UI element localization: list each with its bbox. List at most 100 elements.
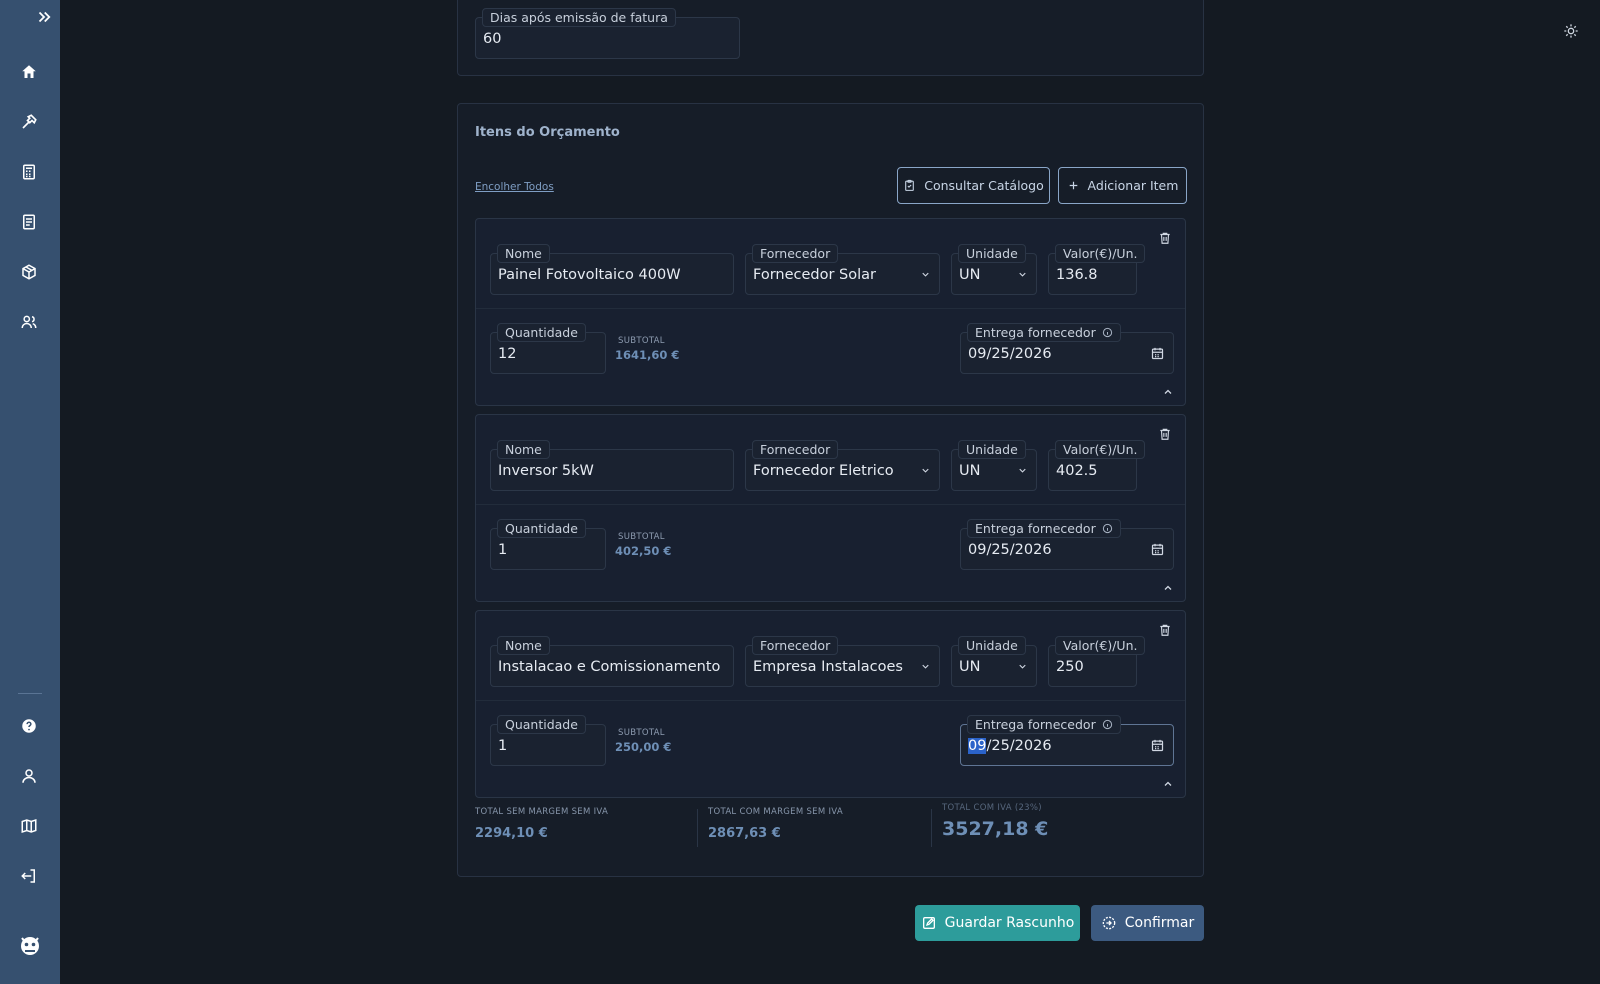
subtotal-label: SUBTOTAL: [618, 532, 665, 542]
section-title: Itens do Orçamento: [475, 125, 620, 140]
supplier-label: Fornecedor: [752, 244, 839, 263]
supplier-value: Fornecedor Solar: [753, 267, 877, 283]
total-label: TOTAL SEM MARGEM SEM IVA: [475, 807, 609, 817]
item-name-field[interactable]: Nome Painel Fotovoltaico 400W: [490, 244, 734, 295]
total-label: TOTAL COM IVA (23%): [942, 803, 1042, 813]
total-label: TOTAL COM MARGEM SEM IVA: [708, 807, 843, 817]
supplier-select[interactable]: Fornecedor Fornecedor Eletrico: [745, 440, 940, 491]
quantity-field[interactable]: Quantidade 1: [490, 519, 606, 570]
calendar-icon[interactable]: [1150, 346, 1165, 361]
subtotal-value: 402,50 €: [615, 544, 672, 558]
subtotal-value: 250,00 €: [615, 740, 672, 754]
save-draft-button[interactable]: Guardar Rascunho: [915, 905, 1080, 941]
theme-toggle-sun-icon[interactable]: [1558, 18, 1584, 44]
add-item-label: Adicionar Item: [1087, 178, 1179, 193]
trash-icon[interactable]: [1158, 623, 1172, 637]
unit-label: Unidade: [958, 244, 1026, 263]
chevron-down-icon: [922, 468, 929, 473]
unit-price-label: Valor(€)/Un.: [1055, 440, 1146, 459]
package-icon[interactable]: [15, 258, 43, 286]
calendar-icon[interactable]: [1150, 738, 1165, 753]
invoice-days-label: Dias após emissão de fatura: [482, 8, 676, 27]
help-icon[interactable]: [15, 712, 43, 740]
quantity-field[interactable]: Quantidade 12: [490, 323, 606, 374]
unit-price-label: Valor(€)/Un.: [1055, 636, 1146, 655]
calendar-icon[interactable]: [1150, 542, 1165, 557]
quantity-label: Quantidade: [497, 323, 586, 342]
calculator-icon[interactable]: [15, 158, 43, 186]
supplier-label: Fornecedor: [752, 440, 839, 459]
trash-icon[interactable]: [1158, 427, 1172, 441]
confirm-icon: [1102, 916, 1116, 930]
invoice-days-field[interactable]: Dias após emissão de fatura 60: [475, 8, 740, 59]
quantity-value: 1: [498, 542, 508, 558]
unit-select[interactable]: Unidade UN: [951, 244, 1037, 295]
quantity-value: 12: [498, 346, 517, 362]
unit-select[interactable]: Unidade UN: [951, 636, 1037, 687]
supplier-label: Fornecedor: [752, 636, 839, 655]
subtotal-value: 1641,60 €: [615, 348, 680, 362]
hammer-icon[interactable]: [15, 108, 43, 136]
unit-label: Unidade: [958, 440, 1026, 459]
info-icon: [1102, 327, 1112, 338]
user-icon[interactable]: [15, 762, 43, 790]
delivery-date-field[interactable]: Entrega fornecedor 09/25/2026: [960, 519, 1174, 570]
budget-item-1: Nome Painel Fotovoltaico 400W Fornecedor…: [475, 218, 1186, 406]
chevron-up-icon[interactable]: [1162, 778, 1174, 790]
total-margin-no-vat: TOTAL COM MARGEM SEM IVA 2867,63 €: [708, 807, 843, 841]
trash-icon[interactable]: [1158, 231, 1172, 245]
unit-value: UN: [959, 659, 981, 675]
total-value: 2867,63 €: [708, 826, 781, 841]
chevron-up-icon[interactable]: [1162, 582, 1174, 594]
total-with-vat: TOTAL COM IVA (23%) 3527,18 €: [942, 803, 1048, 840]
expand-sidebar-icon[interactable]: [30, 3, 58, 31]
consult-catalog-button[interactable]: Consultar Catálogo: [897, 167, 1050, 204]
collapse-all-link[interactable]: Encolher Todos: [475, 181, 554, 193]
subtotal: SUBTOTAL 250,00 €: [615, 728, 671, 754]
item-divider: [476, 504, 1185, 505]
unit-price-field[interactable]: Valor(€)/Un. 402.5: [1048, 440, 1146, 491]
chevron-down-icon: [1019, 468, 1026, 473]
chevron-down-icon: [1019, 272, 1026, 277]
confirm-label: Confirmar: [1124, 915, 1195, 931]
chevron-down-icon: [922, 664, 929, 669]
add-item-button[interactable]: Adicionar Item: [1058, 167, 1187, 204]
delivery-value: 09/25/2026: [968, 738, 1052, 754]
payment-terms-panel: Dias após emissão de fatura 60: [457, 0, 1204, 76]
delivery-date-field[interactable]: Entrega fornecedor 09/25/2026: [960, 323, 1174, 374]
unit-price-label: Valor(€)/Un.: [1055, 244, 1146, 263]
users-icon[interactable]: [15, 308, 43, 336]
map-icon[interactable]: [15, 812, 43, 840]
chevron-up-icon[interactable]: [1162, 386, 1174, 398]
quantity-field[interactable]: Quantidade 1: [490, 715, 606, 766]
invoice-days-value: 60: [483, 31, 502, 47]
confirm-button[interactable]: Confirmar: [1091, 905, 1204, 941]
supplier-select[interactable]: Fornecedor Empresa Instalacoes: [745, 636, 940, 687]
totals-divider: [697, 809, 698, 847]
unit-value: UN: [959, 267, 981, 283]
info-icon: [1102, 523, 1112, 534]
unit-price-field[interactable]: Valor(€)/Un. 136.8: [1048, 244, 1146, 295]
plus-icon: [1069, 181, 1077, 190]
budget-item-3: Nome Instalacao e Comissionamento Fornec…: [475, 610, 1186, 798]
delivery-value: 09/25/2026: [968, 542, 1052, 558]
chevron-down-icon: [1019, 664, 1026, 669]
item-name-value: Instalacao e Comissionamento: [498, 659, 721, 675]
total-value: 2294,10 €: [475, 826, 548, 841]
delivery-label: Entrega fornecedor: [967, 323, 1121, 342]
name-label: Nome: [497, 244, 550, 263]
sidebar: [0, 0, 60, 984]
unit-select[interactable]: Unidade UN: [951, 440, 1037, 491]
quantity-value: 1: [498, 738, 508, 754]
home-icon[interactable]: [15, 58, 43, 86]
budget-items-panel: Itens do Orçamento Encolher Todos Consul…: [457, 103, 1204, 877]
edit-icon: [922, 917, 935, 929]
item-name-field[interactable]: Nome Inversor 5kW: [490, 440, 734, 491]
subtotal: SUBTOTAL 402,50 €: [615, 532, 671, 558]
delivery-date-field-focused[interactable]: Entrega fornecedor 09/25/2026: [960, 715, 1174, 766]
logout-icon[interactable]: [15, 862, 43, 890]
unit-price-field[interactable]: Valor(€)/Un. 250: [1048, 636, 1146, 687]
supplier-select[interactable]: Fornecedor Fornecedor Solar: [745, 244, 940, 295]
document-icon[interactable]: [15, 208, 43, 236]
item-name-field[interactable]: Nome Instalacao e Comissionamento: [490, 636, 734, 687]
